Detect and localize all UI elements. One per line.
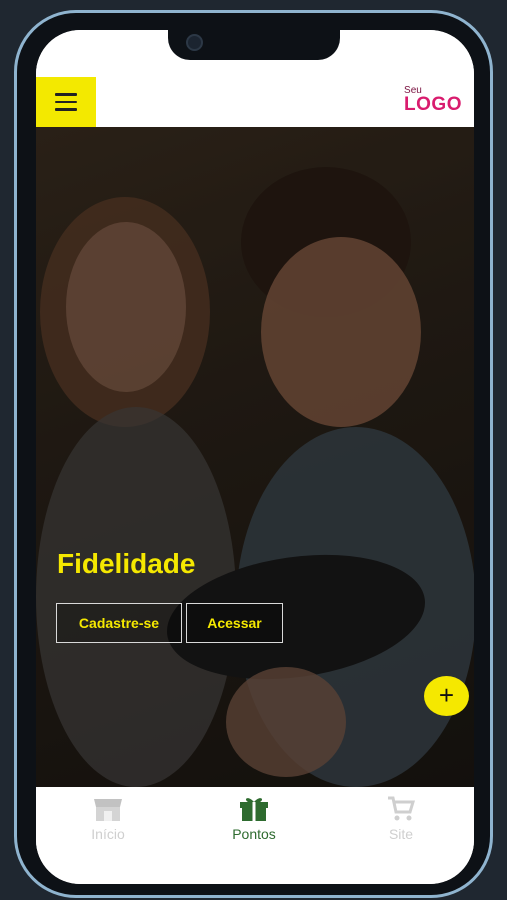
nav-item-inicio[interactable]: Início bbox=[63, 795, 153, 842]
hamburger-menu-icon-line bbox=[55, 93, 77, 96]
nav-item-site[interactable]: Site bbox=[356, 795, 446, 842]
hamburger-menu-icon-line bbox=[55, 108, 77, 111]
acessar-button[interactable]: Acessar bbox=[186, 603, 283, 643]
cadastre-se-button[interactable]: Cadastre-se bbox=[56, 603, 182, 643]
nav-label-inicio: Início bbox=[91, 826, 125, 842]
cart-icon bbox=[388, 796, 416, 821]
nav-label-pontos: Pontos bbox=[232, 826, 276, 842]
camera-icon bbox=[186, 34, 203, 51]
store-icon bbox=[94, 799, 122, 821]
gift-icon bbox=[240, 798, 268, 821]
bottom-navigation: Início Pontos Site bbox=[36, 787, 474, 884]
brand-logo: Seu LOGO bbox=[404, 86, 462, 115]
add-fab-button[interactable]: + bbox=[424, 676, 469, 716]
nav-label-site: Site bbox=[388, 826, 414, 842]
app-screen: Seu LOGO Fidelidade Cadastre-se Acessar … bbox=[36, 30, 474, 884]
hero-title: Fidelidade bbox=[57, 548, 196, 579]
hamburger-menu-button[interactable] bbox=[36, 77, 96, 127]
logo-big-text: LOGO bbox=[404, 94, 462, 115]
hero-overlay bbox=[36, 127, 474, 787]
nav-item-pontos[interactable]: Pontos bbox=[209, 795, 299, 842]
hero-banner: Fidelidade Cadastre-se Acessar + bbox=[36, 127, 474, 787]
hamburger-menu-icon-line bbox=[55, 100, 77, 104]
